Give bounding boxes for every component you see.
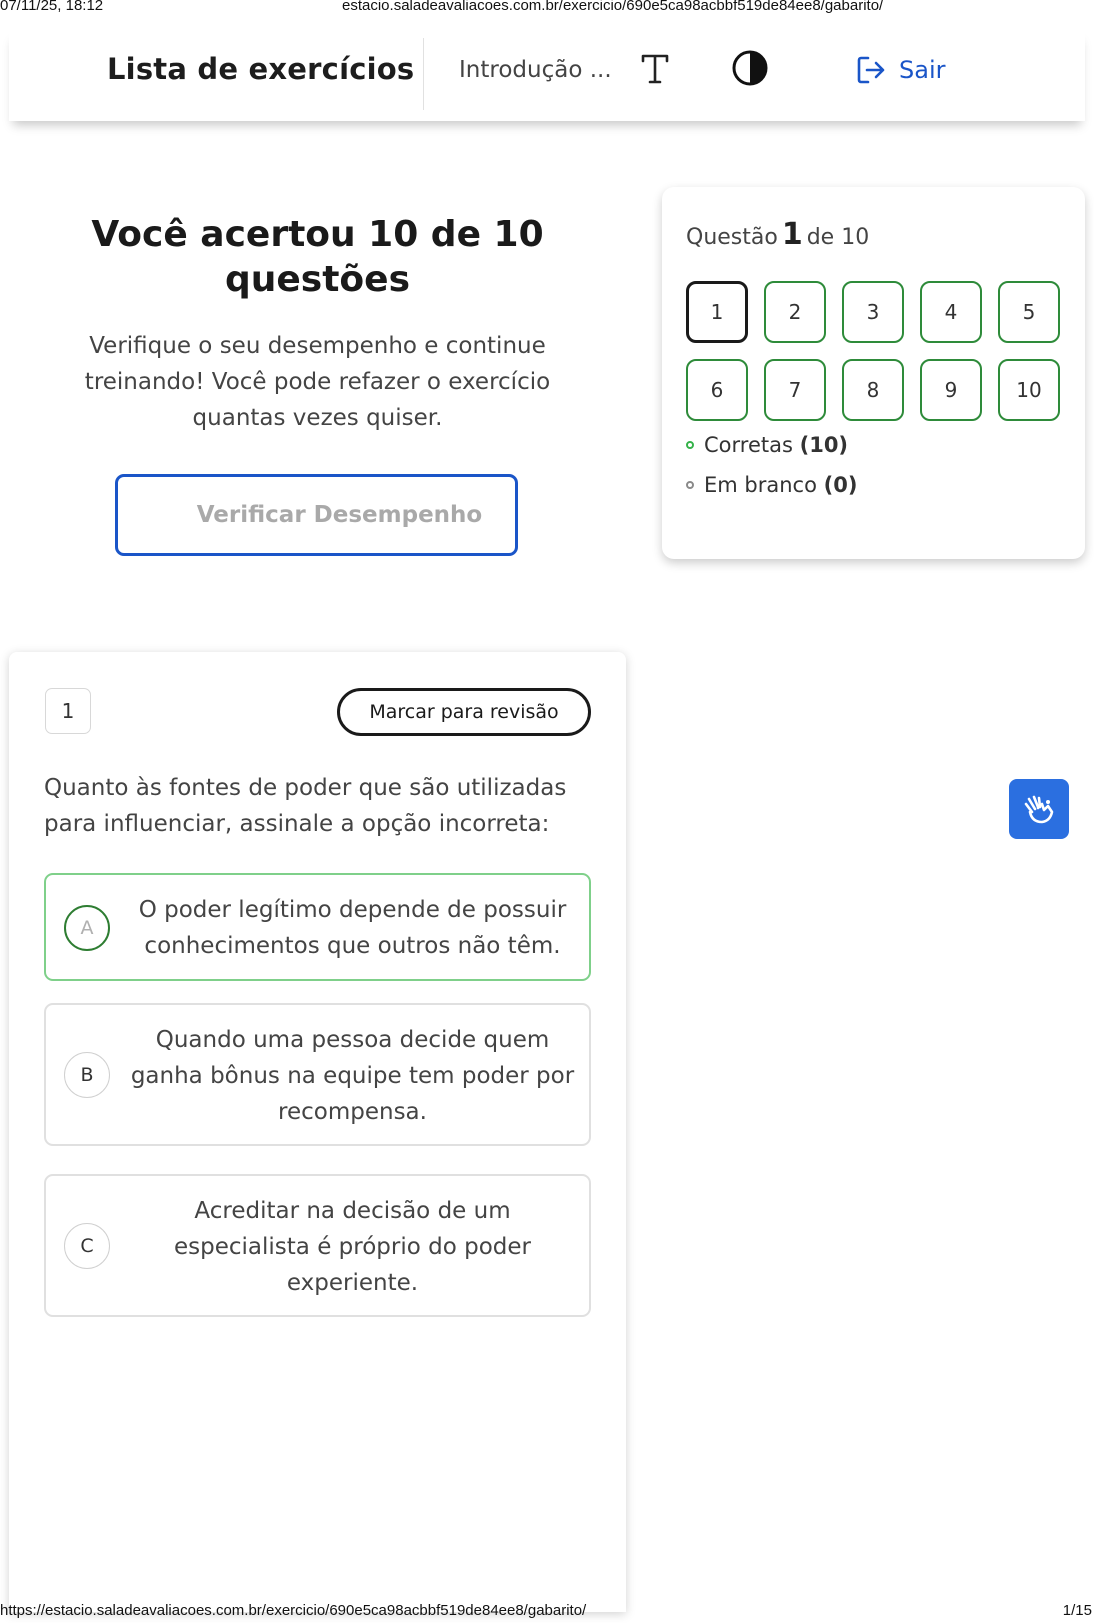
question-navigator: Questão 1 de 10 1 2 3 4 5 6 7 8 9 10 Corretas (10) … [662, 187, 1085, 559]
option-letter: A [64, 905, 110, 951]
question-label-suffix: de 10 [806, 225, 870, 250]
question-nav-button-4[interactable]: 4 [920, 281, 982, 343]
option-letter: B [64, 1052, 110, 1098]
page-title: Lista de exercícios [107, 52, 415, 86]
legend-correct-count: (10) [799, 433, 849, 457]
print-footer: https://estacio.saladeavaliacoes.com.br/… [0, 1602, 1094, 1622]
question-nav-button-1[interactable]: 1 [686, 281, 748, 343]
logout-button[interactable]: Sair [855, 50, 945, 90]
option-text: Quando uma pessoa decide quem ganha bônu… [130, 1027, 575, 1125]
question-nav-button-2[interactable]: 2 [764, 281, 826, 343]
question-label-prefix: Questão [686, 225, 778, 250]
sign-language-button[interactable] [1009, 779, 1069, 839]
contrast-button[interactable] [731, 49, 769, 87]
current-question-label: Questão 1 de 10 [686, 217, 869, 252]
option-a[interactable]: A O poder legítimo depende de possuir co… [44, 873, 591, 981]
option-text: Acreditar na decisão de um especialista … [174, 1198, 531, 1296]
course-name[interactable]: Introdução ... [459, 57, 612, 83]
question-nav-button-10[interactable]: 10 [998, 359, 1060, 421]
logout-icon [857, 56, 885, 84]
print-url: https://estacio.saladeavaliacoes.com.br/… [0, 1602, 587, 1619]
logout-label: Sair [899, 56, 946, 84]
mark-for-review-button[interactable]: Marcar para revisão [337, 688, 591, 736]
verify-performance-button[interactable]: Verificar Desempenho [115, 474, 518, 556]
result-title: Você acertou 10 de 10 questões [91, 214, 544, 300]
option-text: O poder legítimo depende de possuir conh… [138, 897, 567, 959]
question-nav-button-8[interactable]: 8 [842, 359, 904, 421]
question-card: 1 Marcar para revisão Quanto às fontes d… [9, 652, 626, 1612]
option-letter: C [64, 1223, 110, 1269]
question-nav-button-7[interactable]: 7 [764, 359, 826, 421]
contrast-icon [732, 50, 768, 86]
legend-correct-label: Corretas [704, 433, 793, 457]
print-header: 07/11/25, 18:12 estacio.saladeavaliacoes… [0, 0, 1094, 17]
print-page-number: 1/15 [1062, 1602, 1092, 1619]
print-datetime: 07/11/25, 18:12 [0, 0, 104, 14]
top-navbar: Lista de exercícios Introdução ... Sair [9, 30, 1085, 121]
question-nav-button-9[interactable]: 9 [920, 359, 982, 421]
question-nav-button-5[interactable]: 5 [998, 281, 1060, 343]
font-size-button[interactable] [635, 48, 675, 88]
question-number: 1 [45, 688, 91, 734]
legend-correct: Corretas (10) [686, 433, 848, 457]
legend-blank: Em branco (0) [686, 473, 857, 497]
option-c[interactable]: C Acreditar na decisão de um especialist… [44, 1174, 591, 1317]
current-question-number: 1 [781, 217, 803, 252]
question-grid: 1 2 3 4 5 6 7 8 9 10 [686, 281, 1066, 423]
question-stem: Quanto às fontes de poder que são utiliz… [44, 775, 567, 837]
correct-dot-icon [686, 441, 694, 449]
result-subtitle: Verifique o seu desempenho e continue tr… [84, 333, 551, 431]
question-nav-button-6[interactable]: 6 [686, 359, 748, 421]
question-nav-button-3[interactable]: 3 [842, 281, 904, 343]
font-size-icon [641, 54, 669, 84]
legend-blank-label: Em branco [704, 473, 817, 497]
sign-language-icon [1024, 795, 1054, 824]
option-b[interactable]: B Quando uma pessoa decide quem ganha bô… [44, 1003, 591, 1146]
blank-dot-icon [686, 481, 694, 489]
navbar-divider [423, 38, 424, 110]
legend-blank-count: (0) [823, 473, 858, 497]
print-page-title: estacio.saladeavaliacoes.com.br/exercici… [342, 0, 884, 14]
